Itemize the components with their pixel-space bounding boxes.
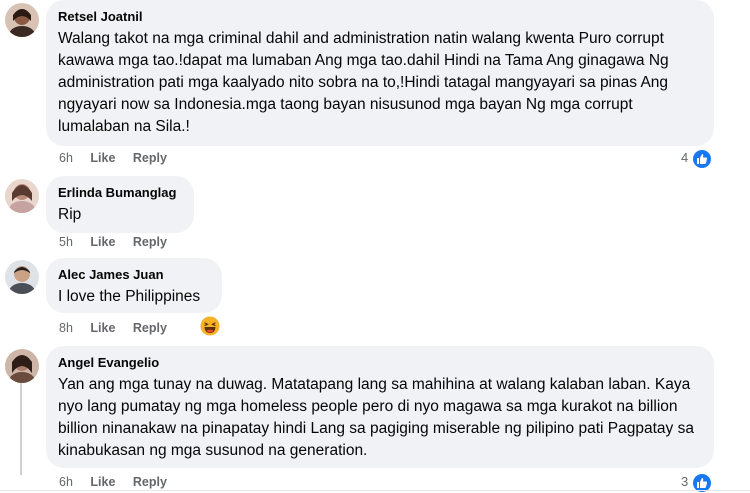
reaction-summary[interactable]: 3 — [681, 473, 711, 492]
comment-actions: 8h Like Reply — [59, 320, 181, 336]
reply-button[interactable]: Reply — [133, 150, 167, 166]
like-icon — [692, 473, 711, 492]
thread-line — [20, 383, 22, 475]
reaction-count: 3 — [681, 474, 689, 489]
comment-timestamp[interactable]: 6h — [59, 474, 73, 490]
reaction-summary[interactable]: 4 — [681, 149, 711, 168]
comment-bubble: Erlinda Bumanglag Rip — [46, 176, 194, 233]
reply-button[interactable]: Reply — [133, 320, 167, 336]
reply-button[interactable]: Reply — [133, 474, 167, 490]
comment-text: Walang takot na mga criminal dahil and a… — [58, 30, 669, 135]
comment-text: I love the Philippines — [58, 288, 201, 305]
avatar[interactable] — [5, 349, 39, 383]
comment-bubble: Retsel Joatnil Walang takot na mga crimi… — [46, 0, 714, 146]
comment-timestamp[interactable]: 8h — [59, 320, 73, 336]
reply-button[interactable]: Reply — [133, 234, 167, 250]
comment-text: Yan ang mga tunay na duwag. Matatapang l… — [58, 376, 694, 459]
divider — [0, 490, 750, 491]
like-button[interactable]: Like — [90, 234, 115, 250]
avatar[interactable] — [5, 260, 39, 294]
comment-author[interactable]: Angel Evangelio — [58, 354, 702, 371]
haha-icon[interactable] — [200, 316, 220, 336]
comment-author[interactable]: Retsel Joatnil — [58, 8, 702, 25]
comment-timestamp[interactable]: 5h — [59, 234, 73, 250]
comment-timestamp[interactable]: 6h — [59, 150, 73, 166]
comment-actions: 6h Like Reply — [59, 474, 181, 490]
reaction-count: 4 — [681, 150, 689, 165]
like-button[interactable]: Like — [90, 474, 115, 490]
like-icon — [692, 149, 711, 168]
comment-bubble: Angel Evangelio Yan ang mga tunay na duw… — [46, 346, 714, 468]
comment-author[interactable]: Alec James Juan — [58, 266, 210, 283]
avatar[interactable] — [5, 179, 39, 213]
like-button[interactable]: Like — [90, 320, 115, 336]
comment-text: Rip — [58, 206, 82, 223]
comment-bubble: Alec James Juan I love the Philippines — [46, 258, 222, 313]
like-button[interactable]: Like — [90, 150, 115, 166]
avatar[interactable] — [5, 3, 39, 37]
comment-actions: 6h Like Reply — [59, 150, 181, 166]
comment-actions: 5h Like Reply — [59, 234, 181, 250]
comment-author[interactable]: Erlinda Bumanglag — [58, 184, 182, 201]
